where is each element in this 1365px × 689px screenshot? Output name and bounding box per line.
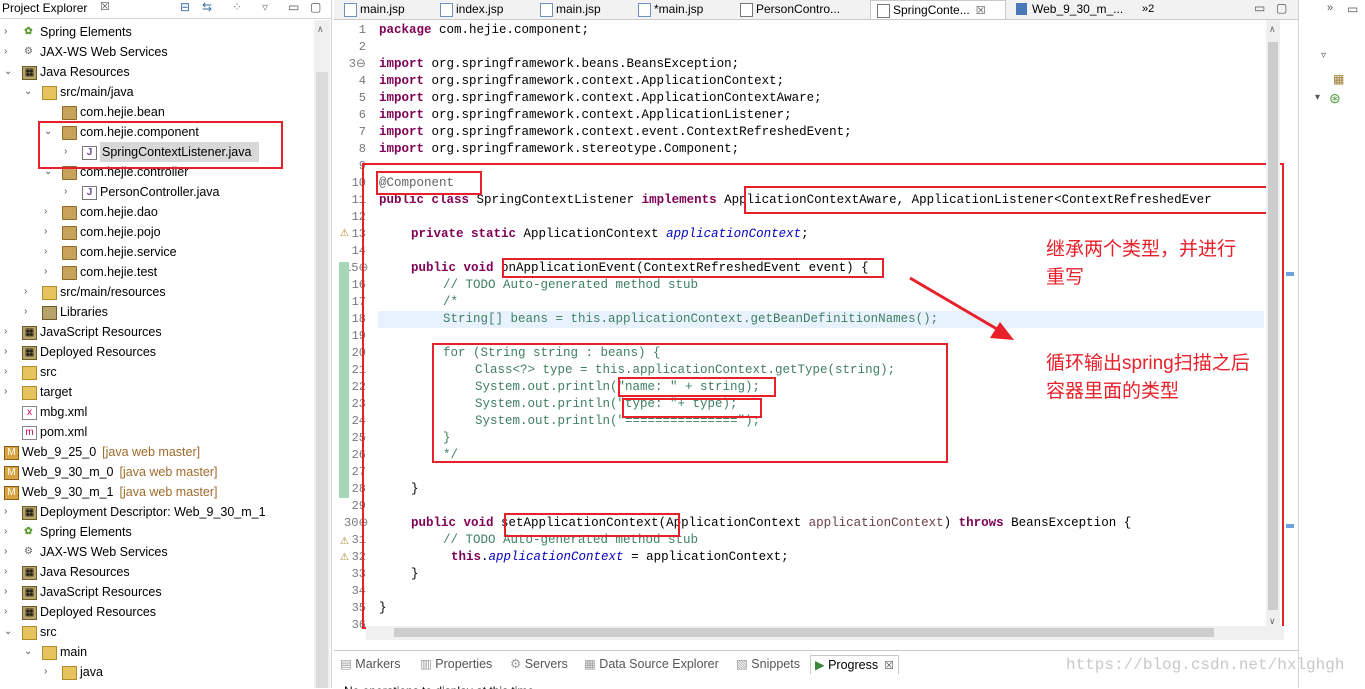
minimize-icon[interactable]: ▭ <box>1347 2 1358 16</box>
annotation-note-loop: 循环输出spring扫描之后 容器里面的类型 <box>1046 353 1250 402</box>
package-icon: ▦ <box>1333 72 1345 86</box>
editor-scroll-thumb[interactable] <box>1268 42 1278 610</box>
chevron-down-icon[interactable]: ▾ <box>1315 92 1320 103</box>
chevron-down-icon[interactable]: ▿ <box>1321 50 1326 61</box>
close-icon[interactable]: ☒ <box>884 660 894 672</box>
editor-horizontal-scrollbar[interactable] <box>366 626 1284 640</box>
editor-hscroll-thumb[interactable] <box>394 628 1214 637</box>
tab-snippets[interactable]: ▧ Snippets <box>736 655 800 673</box>
editor-vertical-scrollbar[interactable]: ∧ ∨ <box>1266 20 1280 632</box>
overview-ruler <box>1284 20 1296 632</box>
progress-icon: ▶ <box>815 658 829 672</box>
annotation-arrow-icon <box>909 276 1014 340</box>
snippets-icon: ▧ <box>736 657 752 671</box>
annotation-note-inherit: 继承两个类型，并进行 重写 <box>1046 239 1237 288</box>
scroll-up-icon[interactable]: ∧ <box>1269 24 1276 35</box>
more-views-icon[interactable]: » <box>1327 2 1333 14</box>
servers-icon: ⚙ <box>510 657 525 671</box>
class-icon: ⊛ <box>1329 90 1341 106</box>
outline-panel: » ▭ ▿ ▦ ▾ ⊛ <box>1298 0 1365 688</box>
database-icon: ▦ <box>584 657 600 671</box>
markers-icon: ▤ <box>340 657 356 671</box>
tab-servers[interactable]: ⚙ Servers <box>510 655 568 673</box>
tab-progress[interactable]: ▶ Progress ☒ <box>810 655 899 674</box>
tab-data-source-explorer[interactable]: ▦ Data Source Explorer <box>584 655 719 673</box>
watermark: https://blog.csdn.net/hxlghgh <box>1066 656 1345 674</box>
tab-properties[interactable]: ▥ Properties <box>420 655 492 673</box>
tab-markers[interactable]: ▤ Markers <box>340 655 400 673</box>
properties-icon: ▥ <box>420 657 436 671</box>
